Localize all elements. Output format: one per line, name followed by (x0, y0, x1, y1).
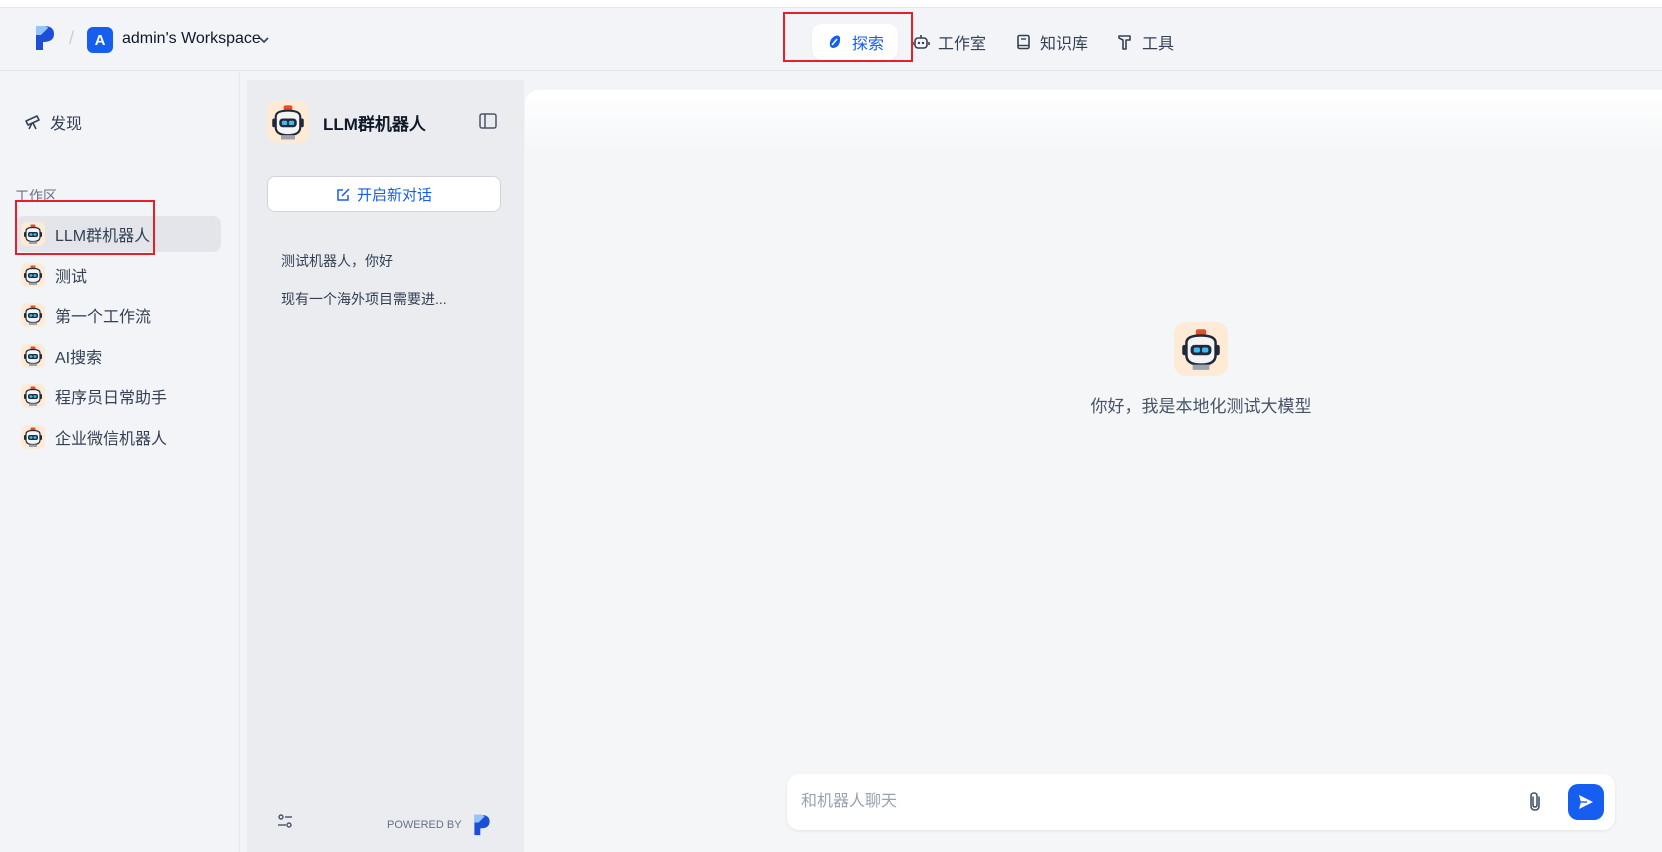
settings-sliders-icon[interactable] (276, 812, 294, 830)
bot-avatar-icon (267, 101, 309, 143)
sidebar-item-llm-bot[interactable]: LLM群机器人 (15, 216, 221, 252)
nav-explore-label: 探索 (852, 36, 885, 53)
sidebar-item-first-workflow[interactable]: 第一个工作流 (15, 297, 221, 333)
panel-header: LLM群机器人 (267, 101, 426, 143)
sidebar-item-ai-search[interactable]: AI搜索 (15, 338, 221, 374)
sidebar-item-label: 程序员日常助手 (55, 390, 168, 407)
sidebar-discover[interactable]: 发现 (24, 110, 82, 134)
bot-avatar-icon (1176, 324, 1226, 374)
bot-avatar-icon (21, 425, 45, 449)
sidebar-item-label: AI搜索 (55, 349, 103, 367)
sidebar-item-test[interactable]: 测试 (15, 257, 221, 293)
nav-tools[interactable]: 工具 (1102, 24, 1188, 60)
compass-icon (829, 35, 841, 48)
edit-icon (337, 187, 350, 201)
chat-header (525, 90, 1662, 154)
chevron-down-icon[interactable] (258, 34, 270, 46)
bot-avatar-icon (21, 344, 45, 368)
robot-icon (912, 35, 930, 49)
app-list: LLM群机器人 测试 第一个工作流 AI搜索 程序员日常助手 企业微信机器人 (15, 216, 221, 459)
logo-icon (472, 814, 492, 836)
new-chat-button[interactable]: 开启新对话 (267, 176, 501, 212)
panel-collapse-icon[interactable] (478, 111, 498, 131)
conversation-history: 测试机器人，你好 现有一个海外项目需要进... (281, 252, 491, 328)
sidebar-item-dev-assistant[interactable]: 程序员日常助手 (15, 378, 221, 414)
bot-avatar-icon (21, 263, 45, 287)
sidebar-item-wecom-bot[interactable]: 企业微信机器人 (15, 419, 221, 455)
sidebar-item-label: 第一个工作流 (55, 309, 152, 326)
powered-by: POWERED BY (387, 814, 492, 836)
nav-explore[interactable]: 探索 (812, 24, 899, 60)
app-title: LLM群机器人 (323, 114, 426, 134)
sidebar-item-label: LLM群机器人 (55, 228, 151, 245)
main-nav: 探索 工作室 知识库 工具 (812, 22, 1188, 62)
new-chat-label: 开启新对话 (356, 186, 432, 204)
welcome-message: 你好，我是本地化测试大模型 (1090, 397, 1312, 416)
history-item[interactable]: 现有一个海外项目需要进... (281, 290, 491, 328)
chat-area: 你好，我是本地化测试大模型 (525, 90, 1662, 852)
paperclip-icon[interactable] (1523, 790, 1547, 814)
workspace-name[interactable]: admin's Workspace (122, 30, 261, 48)
bot-avatar-icon (21, 303, 45, 327)
browser-edge (0, 0, 1662, 8)
sidebar-discover-label: 发现 (50, 116, 83, 133)
top-bar: / A admin's Workspace 探索 工作室 知识库 工具 (0, 0, 1662, 71)
send-button[interactable] (1568, 784, 1604, 820)
chat-input[interactable] (801, 788, 1481, 816)
send-icon (1579, 795, 1593, 809)
nav-tools-label: 工具 (1142, 36, 1175, 53)
nav-studio[interactable]: 工作室 (898, 24, 1000, 60)
nav-studio-label: 工作室 (938, 36, 987, 53)
sidebar-item-label: 企业微信机器人 (55, 430, 168, 448)
logo-icon[interactable] (34, 25, 56, 51)
hammer-icon (1118, 35, 1131, 50)
breadcrumb-separator: / (69, 28, 75, 48)
history-item[interactable]: 测试机器人，你好 (281, 252, 491, 290)
sidebar-item-label: 测试 (55, 268, 88, 286)
app-avatar (267, 101, 309, 143)
workspace-avatar[interactable]: A (87, 27, 113, 53)
sidebar: 发现 工作区 LLM群机器人 测试 第一个工作流 AI搜索 程序员日常助手 企业… (0, 72, 240, 852)
bot-avatar-icon (21, 384, 45, 408)
telescope-icon (25, 115, 40, 130)
book-icon (1017, 34, 1030, 50)
nav-knowledge[interactable]: 知识库 (1000, 24, 1102, 60)
nav-knowledge-label: 知识库 (1040, 36, 1089, 53)
conversation-panel: LLM群机器人 开启新对话 测试机器人，你好 现有一个海外项目需要进... PO… (247, 80, 524, 852)
welcome-avatar (1174, 322, 1228, 376)
chat-input-box (787, 774, 1615, 830)
bot-avatar-icon (21, 222, 45, 246)
workspace-section-label: 工作区 (15, 188, 57, 204)
powered-by-label: POWERED BY (387, 819, 462, 831)
